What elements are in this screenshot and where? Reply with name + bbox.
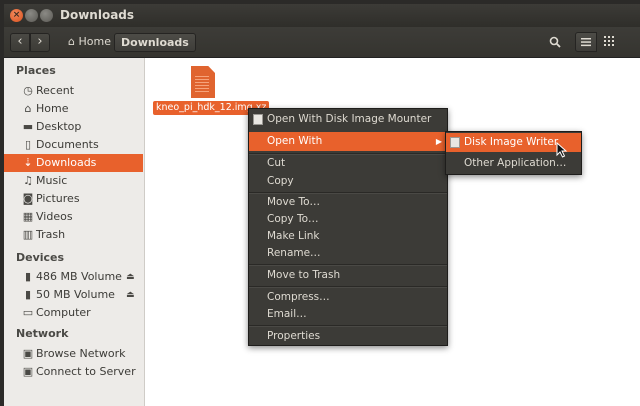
mouse-pointer-icon [556, 142, 568, 158]
sidebar-item-label: Home [36, 102, 69, 115]
breadcrumb-downloads[interactable]: Downloads [114, 33, 196, 52]
music-icon: ♫ [23, 174, 33, 187]
menu-item-label: Compress… [267, 291, 330, 303]
trash-icon: ▥ [22, 228, 34, 241]
grid-view-button[interactable] [598, 32, 620, 52]
sidebar-item-home[interactable]: ⌂ Home [4, 100, 143, 118]
sidebar-item-videos[interactable]: ▦ Videos [4, 208, 143, 226]
eject-icon[interactable]: ⏏ [126, 286, 135, 304]
minimize-window-button[interactable] [25, 9, 38, 22]
sidebar-item-486mb-volume[interactable]: ▮ 486 MB Volume ⏏ [4, 268, 143, 286]
menu-item-label: Move to Trash [267, 269, 341, 281]
sidebar-item-label: Downloads [36, 156, 97, 169]
toolbar: ‹ › ⌂ Home Downloads [4, 27, 640, 58]
sidebar-item-downloads[interactable]: ⇣ Downloads [4, 154, 143, 172]
sidebar-item-trash[interactable]: ▥ Trash [4, 226, 143, 244]
breadcrumb-home[interactable]: ⌂ Home [62, 33, 117, 52]
sidebar-item-label: Browse Network [36, 347, 126, 360]
menu-item-label: Properties [267, 330, 321, 342]
network-heading: Network [16, 327, 69, 340]
maximize-window-button[interactable] [40, 9, 53, 22]
sidebar-item-label: Connect to Server [36, 365, 136, 378]
breadcrumb-home-label: Home [78, 35, 111, 48]
sidebar-item-label: 486 MB Volume [36, 270, 122, 283]
menu-item-label: Open With Disk Image Mounter [267, 113, 432, 125]
camera-icon: ◙ [22, 192, 34, 205]
menu-item-label: Cut [267, 157, 286, 169]
film-icon: ▦ [22, 210, 34, 223]
sidebar-item-label: Documents [36, 138, 99, 151]
submenu-item-label: Disk Image Writer [464, 136, 559, 148]
menu-item-open-with-disk-image-mounter[interactable]: Open With Disk Image Mounter [249, 110, 447, 129]
home-icon: ⌂ [68, 35, 75, 48]
menu-item-label: Move To… [267, 196, 321, 208]
menu-item-properties[interactable]: Properties [249, 327, 447, 346]
back-button[interactable]: ‹ [10, 33, 30, 52]
clock-icon: ◷ [23, 84, 33, 97]
disk-image-icon [450, 137, 460, 148]
menu-item-label: Rename… [267, 247, 321, 259]
eject-icon[interactable]: ⏏ [126, 268, 135, 286]
network-icon: ▣ [22, 347, 34, 360]
context-menu: Open With Disk Image Mounter Open With ▶… [248, 108, 448, 346]
places-heading: Places [16, 64, 56, 77]
sidebar-item-label: Desktop [36, 120, 82, 133]
sidebar-item-label: Music [36, 174, 68, 187]
menu-item-label: Copy [267, 175, 294, 187]
close-icon: × [12, 10, 21, 20]
chevron-right-icon: › [37, 34, 43, 49]
sidebar: Places ◷ Recent ⌂ Home ▬ Desktop ▯ Docum… [4, 58, 145, 406]
menu-item-email[interactable]: Email… [249, 305, 447, 324]
menu-item-move-to-trash[interactable]: Move to Trash [249, 266, 447, 285]
sidebar-item-50mb-volume[interactable]: ▮ 50 MB Volume ⏏ [4, 286, 143, 304]
sidebar-item-label: Recent [36, 84, 75, 97]
sidebar-item-label: Computer [36, 306, 91, 319]
drive-icon: ▮ [24, 288, 32, 301]
submenu-item-label: Other Application… [464, 157, 567, 169]
devices-heading: Devices [16, 251, 65, 264]
menu-item-cut[interactable]: Cut [249, 154, 447, 173]
document-icon: ▯ [24, 138, 32, 151]
window-title: Downloads [60, 8, 135, 22]
list-icon [581, 38, 591, 47]
list-view-button[interactable] [575, 32, 597, 52]
folder-icon: ▬ [22, 120, 34, 133]
sidebar-item-browse-network[interactable]: ▣ Browse Network [4, 345, 143, 363]
menu-item-label: Copy To… [267, 213, 319, 225]
close-window-button[interactable]: × [10, 9, 23, 22]
search-icon [549, 36, 561, 48]
drive-icon: ▮ [24, 270, 32, 283]
sidebar-item-documents[interactable]: ▯ Documents [4, 136, 143, 154]
sidebar-item-desktop[interactable]: ▬ Desktop [4, 118, 143, 136]
sidebar-item-label: 50 MB Volume [36, 288, 115, 301]
sidebar-item-label: Trash [36, 228, 66, 241]
sidebar-item-music[interactable]: ♫ Music [4, 172, 143, 190]
home-icon: ⌂ [24, 102, 32, 115]
menu-item-label: Open With [267, 135, 323, 147]
sidebar-item-recent[interactable]: ◷ Recent [4, 82, 143, 100]
menu-item-rename[interactable]: Rename… [249, 244, 447, 263]
title-bar[interactable]: × Downloads [4, 4, 640, 27]
sidebar-item-label: Videos [36, 210, 73, 223]
sidebar-item-computer[interactable]: ▭ Computer [4, 304, 143, 322]
search-button[interactable] [544, 32, 566, 52]
submenu-arrow-icon: ▶ [435, 137, 442, 146]
menu-item-copy[interactable]: Copy [249, 172, 447, 191]
menu-item-label: Email… [267, 308, 307, 320]
menu-item-open-with[interactable]: Open With ▶ [249, 132, 447, 151]
chevron-left-icon: ‹ [17, 34, 23, 49]
forward-button[interactable]: › [30, 33, 50, 52]
grid-icon [604, 36, 614, 46]
sidebar-item-pictures[interactable]: ◙ Pictures [4, 190, 143, 208]
download-icon: ⇣ [23, 156, 33, 169]
sidebar-item-label: Pictures [36, 192, 80, 205]
sidebar-item-connect-to-server[interactable]: ▣ Connect to Server [4, 363, 143, 381]
server-icon: ▣ [22, 365, 34, 378]
disk-image-icon [253, 114, 263, 125]
menu-item-label: Make Link [267, 230, 320, 242]
computer-icon: ▭ [22, 306, 34, 319]
archive-file-icon[interactable] [191, 66, 215, 98]
